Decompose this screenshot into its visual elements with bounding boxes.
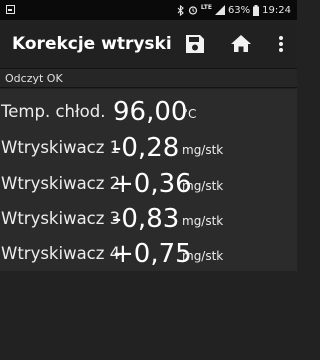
alarm-icon [188, 6, 198, 15]
reading-label: Wtryskiwacz 1 [1, 138, 121, 157]
reading-unit: mg/stk [182, 249, 224, 263]
reading-row-coolant-temp: Temp. chłod. 96,00 °C [0, 93, 297, 127]
battery-percent: 63% [227, 4, 251, 16]
reading-row-injector-1: Wtryskiwacz 1 -0,28 mg/stk [0, 129, 297, 163]
status-icons: LTE 63% 19:24 [177, 0, 291, 20]
home-icon[interactable] [229, 32, 253, 56]
reading-unit: mg/stk [182, 143, 224, 157]
readings-panel: Temp. chłod. 96,00 °C Wtryskiwacz 1 -0,2… [0, 89, 297, 271]
reading-label: Temp. chłod. [1, 102, 106, 121]
page-title: Korekcje wtryskiw... [12, 34, 172, 54]
status-time: 19:24 [262, 4, 291, 16]
bluetooth-icon [177, 4, 184, 16]
app-bar: Korekcje wtryskiw... [0, 20, 297, 68]
reading-value: -0,83 [112, 204, 180, 234]
read-status-bar: Odczyt OK [0, 68, 297, 88]
network-type: LTE [200, 4, 212, 11]
reading-unit: mg/stk [182, 179, 224, 193]
reading-unit: °C [182, 107, 197, 121]
battery-icon [253, 4, 260, 16]
reading-row-injector-4: Wtryskiwacz 4 +0,75 mg/stk [0, 235, 297, 269]
overflow-menu-icon[interactable] [269, 32, 293, 56]
status-bar: LTE 63% 19:24 [0, 0, 297, 20]
save-icon[interactable] [183, 32, 207, 56]
read-status-text: Odczyt OK [5, 72, 63, 85]
reading-value: +0,75 [112, 239, 192, 269]
reading-value: -0,28 [112, 133, 180, 163]
reading-label: Wtryskiwacz 4 [1, 244, 121, 263]
reading-value: +0,36 [112, 169, 192, 199]
reading-row-injector-3: Wtryskiwacz 3 -0,83 mg/stk [0, 200, 297, 234]
reading-label: Wtryskiwacz 3 [1, 209, 121, 228]
reading-value: 96,00 [113, 97, 188, 127]
reading-label: Wtryskiwacz 2 [1, 174, 121, 193]
signal-icon [214, 5, 225, 15]
reading-unit: mg/stk [182, 214, 224, 228]
reading-row-injector-2: Wtryskiwacz 2 +0,36 mg/stk [0, 165, 297, 199]
notification-app-icon [6, 5, 15, 14]
